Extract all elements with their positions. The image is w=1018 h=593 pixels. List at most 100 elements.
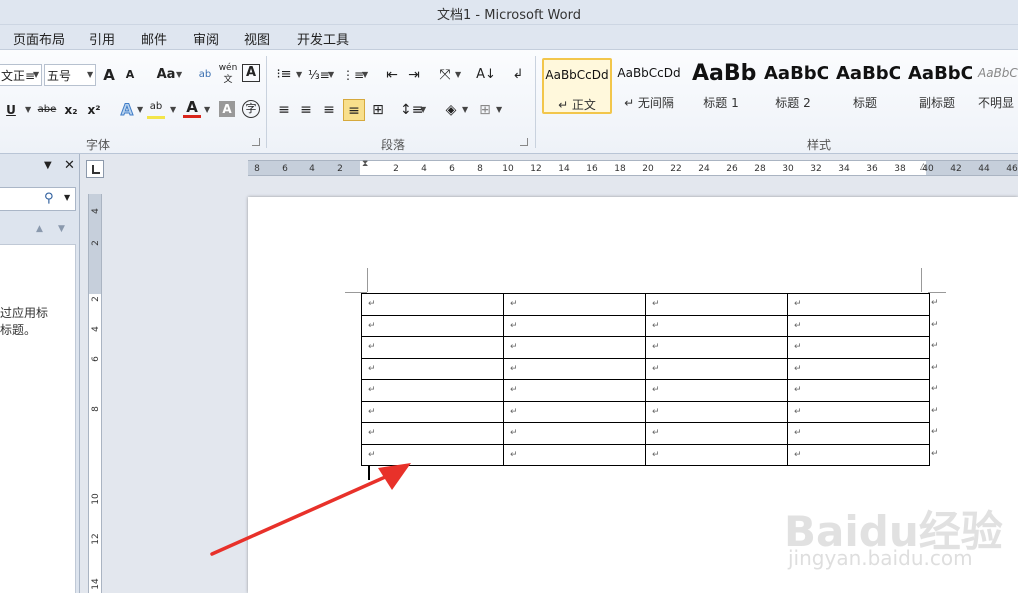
- decrease-indent-icon[interactable]: ⇤: [382, 64, 402, 86]
- close-icon[interactable]: ✕: [64, 158, 75, 173]
- numbering-icon[interactable]: ⅓≡: [308, 64, 330, 86]
- distributed-icon[interactable]: ⊞: [368, 99, 388, 121]
- table-cell[interactable]: ↵: [787, 314, 930, 337]
- char-shading-icon[interactable]: A: [219, 101, 235, 117]
- horizontal-ruler[interactable]: 8 6 4 2 2 4 6 8 10 12 14 16 18 20 22 24 26 28 30 32 34 36 38 40…: [248, 159, 1018, 176]
- underline-dropdown-icon[interactable]: ▼: [25, 99, 31, 121]
- nav-menu-dropdown-icon[interactable]: ▼: [44, 160, 52, 171]
- tab-developer[interactable]: 开发工具: [297, 29, 349, 48]
- tab-page-layout[interactable]: 页面布局: [13, 29, 65, 48]
- borders-icon[interactable]: ⊞: [476, 99, 494, 121]
- search-dropdown-icon[interactable]: ▼: [64, 193, 70, 202]
- table-cell[interactable]: ↵: [503, 379, 646, 402]
- table-cell[interactable]: ↵: [787, 443, 930, 466]
- vertical-ruler[interactable]: 4 2 2 4 6 8 10 12 14: [88, 194, 102, 593]
- style-heading-1[interactable]: AaBb 标题 1: [686, 58, 756, 114]
- tab-references[interactable]: 引用: [89, 29, 115, 48]
- table-cell[interactable]: ↵: [361, 422, 504, 445]
- font-name-dropdown-icon[interactable]: ▼: [33, 64, 39, 86]
- enclose-char-icon[interactable]: 字: [242, 100, 260, 118]
- numbering-dropdown-icon[interactable]: ▼: [328, 64, 334, 86]
- table-cell[interactable]: ↵: [645, 336, 788, 359]
- table-cell[interactable]: ↵: [645, 379, 788, 402]
- nav-prev-icon[interactable]: ▲: [36, 224, 43, 234]
- align-right-icon[interactable]: ≡: [320, 99, 338, 121]
- table-cell[interactable]: ↵: [787, 357, 930, 380]
- table-cell[interactable]: ↵: [503, 443, 646, 466]
- table-cell[interactable]: ↵: [787, 422, 930, 445]
- nav-search-input[interactable]: ⚲ ▼: [0, 187, 76, 211]
- line-spacing-dropdown-icon[interactable]: ▼: [420, 99, 426, 121]
- table-cell[interactable]: ↵: [645, 314, 788, 337]
- shading-icon[interactable]: ◈: [441, 99, 461, 121]
- style-subtitle[interactable]: AaBbC 副标题: [902, 58, 972, 114]
- font-color-icon[interactable]: A: [183, 97, 201, 118]
- table-cell[interactable]: ↵: [503, 314, 646, 337]
- shrink-font-button[interactable]: A: [123, 64, 137, 86]
- table-cell[interactable]: ↵: [503, 400, 646, 423]
- style-subtle-emphasis[interactable]: AaBbCcI 不明显: [974, 58, 1018, 114]
- table-cell[interactable]: ↵: [787, 379, 930, 402]
- bullets-icon[interactable]: ⁝≡: [275, 64, 293, 86]
- table-cell[interactable]: ↵: [645, 422, 788, 445]
- table-cell[interactable]: ↵: [503, 336, 646, 359]
- chinese-layout-icon[interactable]: ⤧: [435, 64, 455, 86]
- grow-font-button[interactable]: A: [101, 64, 117, 86]
- phonetic-guide-icon[interactable]: wén 文: [218, 62, 238, 85]
- nav-next-icon[interactable]: ▼: [58, 224, 65, 234]
- multilevel-dropdown-icon[interactable]: ▼: [362, 64, 368, 86]
- font-dialog-launcher-icon[interactable]: [252, 138, 260, 146]
- table-cell[interactable]: ↵: [361, 400, 504, 423]
- table-cell[interactable]: ↵: [503, 357, 646, 380]
- style-no-spacing[interactable]: AaBbCcDd ↵ 无间隔: [614, 58, 684, 114]
- sort-icon[interactable]: A↓: [476, 64, 496, 86]
- align-left-icon[interactable]: ≡: [275, 99, 293, 121]
- table-cell[interactable]: ↵: [361, 314, 504, 337]
- increase-indent-icon[interactable]: ⇥: [404, 64, 424, 86]
- table-cell[interactable]: ↵: [787, 336, 930, 359]
- table-cell[interactable]: ↵: [645, 400, 788, 423]
- strikethrough-button[interactable]: abe: [37, 99, 57, 121]
- tab-selector-icon[interactable]: [86, 160, 104, 178]
- borders-dropdown-icon[interactable]: ▼: [496, 99, 502, 121]
- highlight-icon[interactable]: ab: [147, 99, 165, 119]
- tab-review[interactable]: 审阅: [193, 29, 219, 48]
- style-title[interactable]: AaBbC 标题: [830, 58, 900, 114]
- table-cell[interactable]: ↵: [787, 293, 930, 316]
- change-case-button[interactable]: Aa: [155, 64, 177, 86]
- text-effects-dropdown-icon[interactable]: ▼: [137, 99, 143, 121]
- search-icon[interactable]: ⚲: [44, 191, 54, 206]
- highlight-dropdown-icon[interactable]: ▼: [170, 99, 176, 121]
- indent-marker-icon[interactable]: ⧗: [362, 159, 368, 169]
- superscript-button[interactable]: x²: [85, 99, 103, 121]
- table-cell[interactable]: ↵: [361, 357, 504, 380]
- tab-mailings[interactable]: 邮件: [141, 29, 167, 48]
- table-cell[interactable]: ↵: [645, 293, 788, 316]
- table-cell[interactable]: ↵: [503, 422, 646, 445]
- table-cell[interactable]: ↵: [787, 400, 930, 423]
- justify-icon[interactable]: ≡: [343, 99, 365, 121]
- table-cell[interactable]: ↵: [361, 293, 504, 316]
- clear-format-icon[interactable]: ab: [196, 64, 214, 86]
- line-spacing-icon[interactable]: ↕≡: [400, 99, 423, 121]
- multilevel-list-icon[interactable]: ⋮≡: [342, 64, 364, 86]
- table-cell[interactable]: ↵: [361, 336, 504, 359]
- style-normal[interactable]: AaBbCcDd ↵ 正文: [542, 58, 612, 114]
- text-effects-icon[interactable]: A: [117, 99, 137, 121]
- bullets-dropdown-icon[interactable]: ▼: [296, 64, 302, 86]
- right-indent-icon[interactable]: △: [920, 162, 927, 172]
- table-cell[interactable]: ↵: [645, 443, 788, 466]
- subscript-button[interactable]: x₂: [62, 99, 80, 121]
- table-cell[interactable]: ↵: [503, 293, 646, 316]
- underline-button[interactable]: U: [4, 99, 18, 121]
- shading-dropdown-icon[interactable]: ▼: [462, 99, 468, 121]
- chinese-layout-dropdown-icon[interactable]: ▼: [455, 64, 461, 86]
- char-border-icon[interactable]: A: [242, 64, 260, 82]
- table-cell[interactable]: ↵: [361, 443, 504, 466]
- table-cell[interactable]: ↵: [361, 379, 504, 402]
- paragraph-dialog-launcher-icon[interactable]: [520, 138, 528, 146]
- change-case-dropdown-icon[interactable]: ▼: [176, 64, 182, 86]
- table-cell[interactable]: ↵: [645, 357, 788, 380]
- align-center-icon[interactable]: ≡: [297, 99, 315, 121]
- font-size-dropdown-icon[interactable]: ▼: [87, 64, 93, 86]
